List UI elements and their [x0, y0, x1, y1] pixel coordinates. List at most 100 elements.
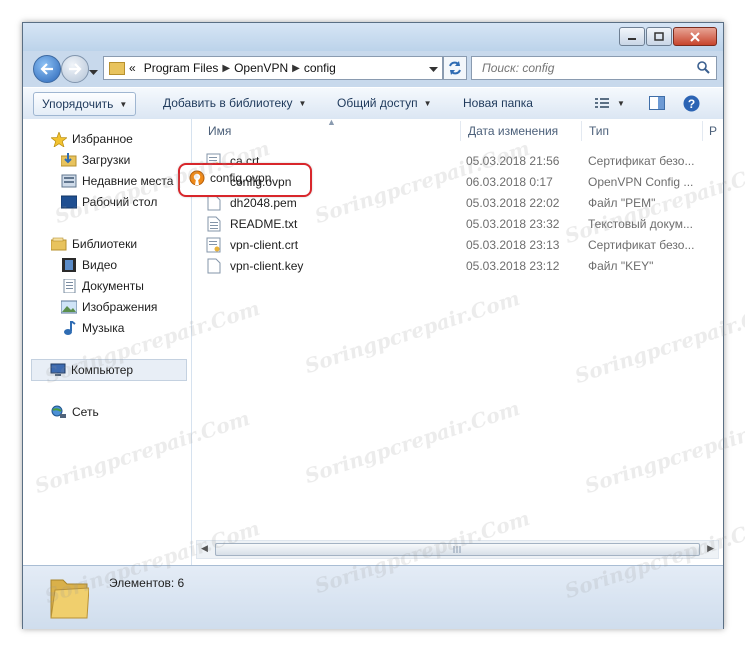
search-input[interactable] — [480, 60, 694, 76]
new-folder-label: Новая папка — [463, 96, 533, 110]
file-type: OpenVPN Config ... — [588, 175, 694, 189]
file-name: README.txt — [230, 217, 298, 231]
details-pane: Элементов: 6 — [23, 565, 723, 629]
view-options-button[interactable]: ▼ — [587, 92, 633, 114]
column-header-date[interactable]: Дата изменения — [468, 124, 558, 138]
close-icon — [690, 31, 700, 42]
add-to-library-button[interactable]: Добавить в библиотеку ▼ — [155, 92, 314, 114]
column-divider[interactable] — [460, 121, 461, 141]
file-name: config.ovpn — [230, 175, 292, 189]
file-list-pane[interactable]: ▲ Имя Дата изменения Тип Р ca.crt 05.03.… — [192, 117, 723, 565]
column-header-type[interactable]: Тип — [589, 124, 609, 138]
star-icon — [51, 131, 67, 147]
file-date: 05.03.2018 22:02 — [466, 196, 560, 210]
file-date: 06.03.2018 0:17 — [466, 175, 553, 189]
preview-pane-button[interactable] — [641, 92, 673, 114]
nav-item-documents[interactable]: Документы — [61, 276, 144, 296]
nav-label: Изображения — [82, 300, 158, 314]
computer-icon — [50, 363, 66, 377]
nav-label: Недавние места — [82, 174, 174, 188]
recent-places-icon — [61, 174, 77, 188]
folder-large-icon — [50, 579, 89, 619]
title-bar[interactable] — [23, 23, 723, 51]
explorer-window: « Program Files ▶ OpenVPN ▶ config Поиск… — [22, 22, 724, 629]
music-note-icon — [61, 321, 77, 335]
close-button[interactable] — [673, 27, 717, 46]
file-name: dh2048.pem — [230, 196, 297, 210]
window-controls — [619, 27, 717, 46]
command-bar: Упорядочить ▼ Добавить в библиотеку ▼ Общи… — [23, 87, 723, 120]
organize-label: Упорядочить — [42, 97, 114, 111]
help-icon: ? — [683, 95, 700, 111]
item-count: Элементов: 6 — [109, 576, 185, 590]
file-date: 05.03.2018 23:13 — [466, 238, 560, 252]
breadcrumb-config[interactable]: config — [300, 61, 340, 75]
breadcrumb-separator-icon[interactable]: ▶ — [292, 63, 300, 74]
arrow-right-icon — [69, 63, 82, 75]
column-header-size[interactable]: Р — [709, 124, 717, 138]
nav-item-images[interactable]: Изображения — [61, 297, 157, 317]
nav-label: Рабочий стол — [82, 195, 158, 209]
nav-label: Видео — [82, 258, 118, 272]
svg-text:?: ? — [688, 97, 695, 111]
caret-down-icon: ▼ — [617, 98, 625, 108]
address-bar[interactable]: « Program Files ▶ OpenVPN ▶ config — [103, 56, 443, 80]
refresh-icon — [449, 61, 461, 75]
nav-item-video[interactable]: Видео — [61, 255, 117, 275]
breadcrumb-separator-icon[interactable]: ▶ — [222, 63, 230, 74]
video-icon — [61, 258, 77, 272]
column-divider[interactable] — [702, 121, 703, 141]
share-button[interactable]: Общий доступ ▼ — [329, 92, 440, 114]
breadcrumb-program-files[interactable]: Program Files — [140, 61, 223, 75]
nav-item-downloads[interactable]: Загрузки — [61, 150, 130, 170]
file-icon — [206, 258, 222, 277]
refresh-button[interactable] — [443, 56, 467, 80]
nav-item-music[interactable]: Музыка — [61, 318, 124, 338]
nav-label: Музыка — [82, 321, 125, 335]
search-box[interactable] — [471, 56, 717, 80]
navigation-pane[interactable]: Избранное Загрузки Недавние места Рабочи… — [23, 119, 192, 565]
sort-ascending-icon: ▲ — [327, 117, 336, 127]
column-header-name[interactable]: Имя — [208, 124, 231, 138]
nav-item-recent-places[interactable]: Недавние места — [61, 171, 173, 191]
help-button[interactable]: ? — [675, 92, 708, 114]
arrow-left-icon — [40, 63, 53, 75]
preview-pane-icon — [649, 96, 665, 110]
minimize-button[interactable] — [619, 27, 645, 46]
breadcrumb-openvpn[interactable]: OpenVPN — [230, 61, 292, 75]
nav-label: Компьютер — [71, 363, 134, 377]
file-name: vpn-client.crt — [230, 238, 299, 252]
nav-label: Документы — [82, 279, 144, 293]
file-type: Файл "KEY" — [588, 259, 654, 273]
scroll-left-icon[interactable]: ◀ — [201, 543, 208, 554]
horizontal-scrollbar[interactable]: ◀ ▶ — [196, 540, 719, 559]
column-divider[interactable] — [581, 121, 582, 141]
scroll-right-icon[interactable]: ▶ — [707, 543, 714, 554]
maximize-button[interactable] — [646, 27, 672, 46]
search-icon[interactable] — [697, 61, 710, 77]
scrollbar-thumb[interactable] — [215, 543, 700, 556]
nav-item-favorites[interactable]: Избранное — [51, 129, 133, 149]
nav-label: Избранное — [72, 132, 133, 146]
maximize-icon — [654, 32, 664, 41]
breadcrumb-overflow[interactable]: « — [125, 61, 140, 75]
organize-button[interactable]: Упорядочить ▼ — [33, 92, 137, 116]
forward-button[interactable] — [61, 55, 89, 83]
nav-item-libraries[interactable]: Библиотеки — [51, 234, 137, 254]
view-list-icon — [595, 98, 609, 108]
nav-item-desktop[interactable]: Рабочий стол — [61, 192, 157, 212]
address-dropdown[interactable] — [429, 62, 438, 76]
recent-pages-dropdown[interactable] — [89, 65, 98, 79]
grip-icon — [453, 546, 460, 553]
folder-icon — [109, 61, 125, 75]
documents-icon — [61, 279, 77, 293]
file-icon — [206, 195, 222, 214]
file-type: Текстовый докум... — [588, 217, 693, 231]
openvpn-icon — [189, 170, 205, 186]
content-area: Избранное Загрузки Недавние места Рабочи… — [23, 117, 723, 565]
file-type: Сертификат безо... — [588, 238, 695, 252]
new-folder-button[interactable]: Новая папка — [455, 92, 541, 114]
nav-item-network[interactable]: Сеть — [51, 402, 99, 422]
back-button[interactable] — [33, 55, 61, 83]
nav-item-computer[interactable]: Компьютер — [31, 359, 187, 381]
